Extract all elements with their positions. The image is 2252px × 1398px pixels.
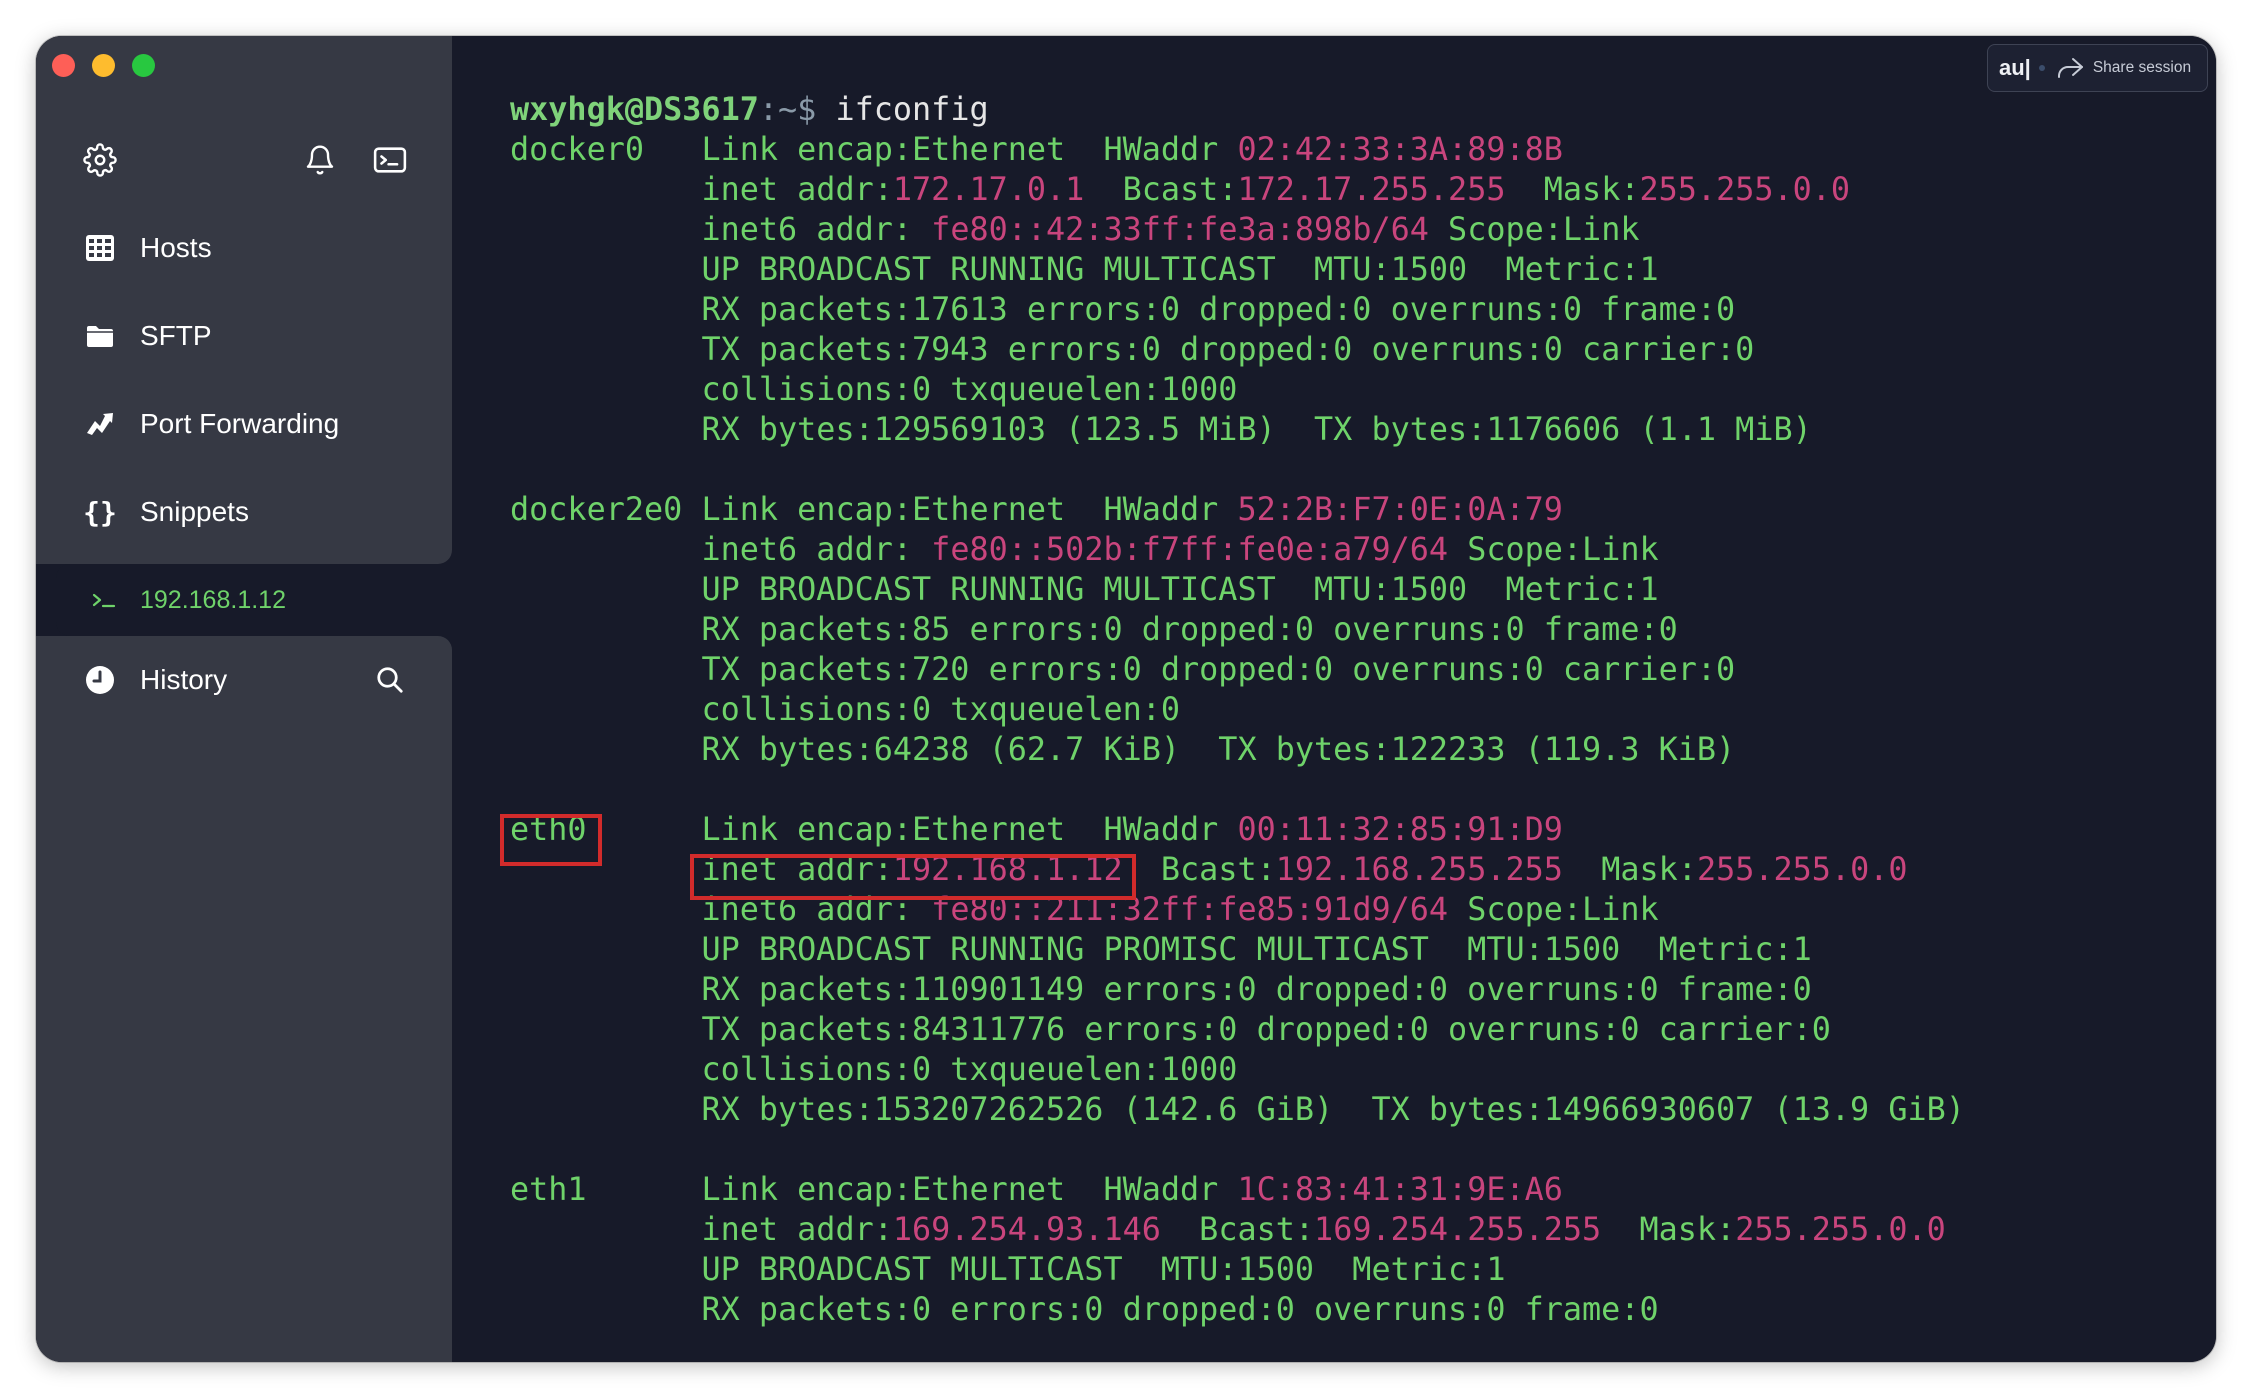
terminal-value: 255.255.0.0 xyxy=(1735,1211,1946,1248)
eth0-highlight-box xyxy=(500,814,602,866)
terminal-text: TX packets:7943 errors:0 dropped:0 overr… xyxy=(701,331,1755,368)
share-arrow-icon xyxy=(2055,54,2087,82)
close-window-button[interactable] xyxy=(52,54,75,77)
command-text: ifconfig xyxy=(816,91,989,128)
app-window: Hosts SFTP Port Forwarding {} Snippets 1… xyxy=(36,36,2216,1362)
sidebar-item-label: Hosts xyxy=(140,232,212,263)
terminal-value: 255.255.0.0 xyxy=(1696,851,1908,888)
terminal-text: Scope:Link xyxy=(1448,891,1659,928)
zoom-window-button[interactable] xyxy=(132,54,155,77)
prompt-path: :~$ xyxy=(758,91,817,128)
separator-dot xyxy=(2038,65,2045,71)
terminal-text: Link encap:Ethernet HWaddr xyxy=(701,491,1238,528)
terminal-value: 52:2B:F7:0E:0A:79 xyxy=(1237,491,1563,528)
sidebar-item-hosts[interactable]: Hosts xyxy=(80,220,212,276)
terminal-value: 169.254.255.255 xyxy=(1314,1211,1602,1248)
terminal-text: UP BROADCAST RUNNING MULTICAST MTU:1500 … xyxy=(701,251,1659,288)
terminal-text: UP BROADCAST MULTICAST MTU:1500 Metric:1 xyxy=(701,1251,1506,1288)
terminal-text: UP BROADCAST RUNNING MULTICAST MTU:1500 … xyxy=(701,571,1659,608)
bell-icon[interactable] xyxy=(300,140,340,180)
terminal-text: Bcast: xyxy=(1160,1211,1315,1248)
terminal-value: 1C:83:41:31:9E:A6 xyxy=(1237,1171,1563,1208)
terminal-value: 02:42:33:3A:89:8B xyxy=(1237,131,1563,168)
port-forward-icon xyxy=(80,404,120,444)
terminal-output[interactable]: wxyhgk@DS3617:~$ ifconfig docker0 Link e… xyxy=(510,90,1965,1330)
terminal-text: Bcast: xyxy=(1122,851,1276,888)
terminal-text: Link encap:Ethernet HWaddr xyxy=(701,1171,1238,1208)
terminal-value: 169.254.93.146 xyxy=(892,1211,1161,1248)
sidebar-item-snippets[interactable]: {} Snippets xyxy=(80,484,249,540)
terminal-value: 00:11:32:85:91:D9 xyxy=(1237,811,1563,848)
sidebar-item-history[interactable]: History xyxy=(80,652,227,708)
terminal-text: UP BROADCAST RUNNING PROMISC MULTICAST M… xyxy=(701,931,1812,968)
terminal-value: 255.255.0.0 xyxy=(1639,171,1851,208)
terminal-text: Mask: xyxy=(1562,851,1697,888)
terminal-text: inet addr: xyxy=(701,171,893,208)
terminal-text: RX packets:0 errors:0 dropped:0 overruns… xyxy=(701,1291,1659,1328)
terminal-value: 172.17.0.1 xyxy=(892,171,1085,208)
terminal-text: RX bytes:129569103 (123.5 MiB) TX bytes:… xyxy=(701,411,1812,448)
brand-logo: au| xyxy=(1999,55,2031,80)
terminal-text: Mask: xyxy=(1601,1211,1736,1248)
terminal-text: inet addr: xyxy=(701,1211,893,1248)
terminal-text: inet6 addr: xyxy=(701,531,932,568)
prompt-icon xyxy=(84,590,124,610)
terminal-text: collisions:0 txqueuelen:1000 xyxy=(701,1051,1238,1088)
hosts-icon xyxy=(80,228,120,268)
terminal-text: inet6 addr: xyxy=(701,211,932,248)
terminal-text: RX packets:110901149 errors:0 dropped:0 … xyxy=(701,971,1812,1008)
sidebar-history-panel: History xyxy=(36,636,452,1362)
terminal-value: 172.17.255.255 xyxy=(1237,171,1506,208)
terminal-text: TX packets:720 errors:0 dropped:0 overru… xyxy=(701,651,1736,688)
sidebar-item-label: History xyxy=(140,664,228,695)
share-session-label: Share session xyxy=(2092,59,2192,76)
terminal-text: Link encap:Ethernet HWaddr xyxy=(701,811,1238,848)
terminal-text: Bcast: xyxy=(1084,171,1238,208)
terminal-text: Link encap:Ethernet HWaddr xyxy=(701,131,1238,168)
terminal-text: collisions:0 txqueuelen:1000 xyxy=(701,371,1238,408)
braces-icon: {} xyxy=(83,495,117,529)
terminal-icon[interactable] xyxy=(370,140,410,180)
terminal-pane[interactable]: wxyhgk@DS3617:~$ ifconfig docker0 Link e… xyxy=(452,36,2216,1362)
folder-icon xyxy=(80,316,120,356)
terminal-text: RX packets:85 errors:0 dropped:0 overrun… xyxy=(701,611,1678,648)
gear-icon[interactable] xyxy=(80,140,120,180)
prompt-user: wxyhgk@DS3617 xyxy=(510,91,759,128)
interface-name: docker2e0 xyxy=(510,491,683,528)
sidebar-item-label: SFTP xyxy=(140,320,212,351)
sidebar: Hosts SFTP Port Forwarding {} Snippets 1… xyxy=(36,36,452,1362)
interface-name: docker0 xyxy=(510,131,645,168)
active-session-tab[interactable]: 192.168.1.12 xyxy=(56,564,452,636)
terminal-text: TX packets:84311776 errors:0 dropped:0 o… xyxy=(701,1011,1831,1048)
terminal-text: RX bytes:64238 (62.7 KiB) TX bytes:12223… xyxy=(701,731,1736,768)
terminal-value: fe80::42:33ff:fe3a:898b/64 xyxy=(931,211,1429,248)
minimize-window-button[interactable] xyxy=(92,54,115,77)
session-label: 192.168.1.12 xyxy=(140,585,286,614)
sidebar-item-label: Snippets xyxy=(140,496,249,527)
sidebar-item-port-forwarding[interactable]: Port Forwarding xyxy=(80,396,339,452)
terminal-value: 192.168.255.255 xyxy=(1275,851,1563,888)
sidebar-item-sftp[interactable]: SFTP xyxy=(80,308,212,364)
terminal-text: RX bytes:153207262526 (142.6 GiB) TX byt… xyxy=(701,1091,1965,1128)
terminal-value: fe80::502b:f7ff:fe0e:a79/64 xyxy=(931,531,1449,568)
sidebar-nav-panel: Hosts SFTP Port Forwarding {} Snippets xyxy=(36,36,452,564)
clock-icon xyxy=(80,660,120,700)
terminal-text: RX packets:17613 errors:0 dropped:0 over… xyxy=(701,291,1736,328)
terminal-text: collisions:0 txqueuelen:0 xyxy=(701,691,1181,728)
share-session-button[interactable]: au| Share session xyxy=(1987,44,2208,92)
terminal-text: Scope:Link xyxy=(1428,211,1640,248)
terminal-text: Scope:Link xyxy=(1448,531,1659,568)
interface-name: eth1 xyxy=(510,1171,587,1208)
terminal-text: Mask: xyxy=(1505,171,1640,208)
inet-addr-highlight-box xyxy=(690,854,1136,900)
sidebar-item-label: Port Forwarding xyxy=(140,408,340,439)
search-icon[interactable] xyxy=(370,660,410,700)
